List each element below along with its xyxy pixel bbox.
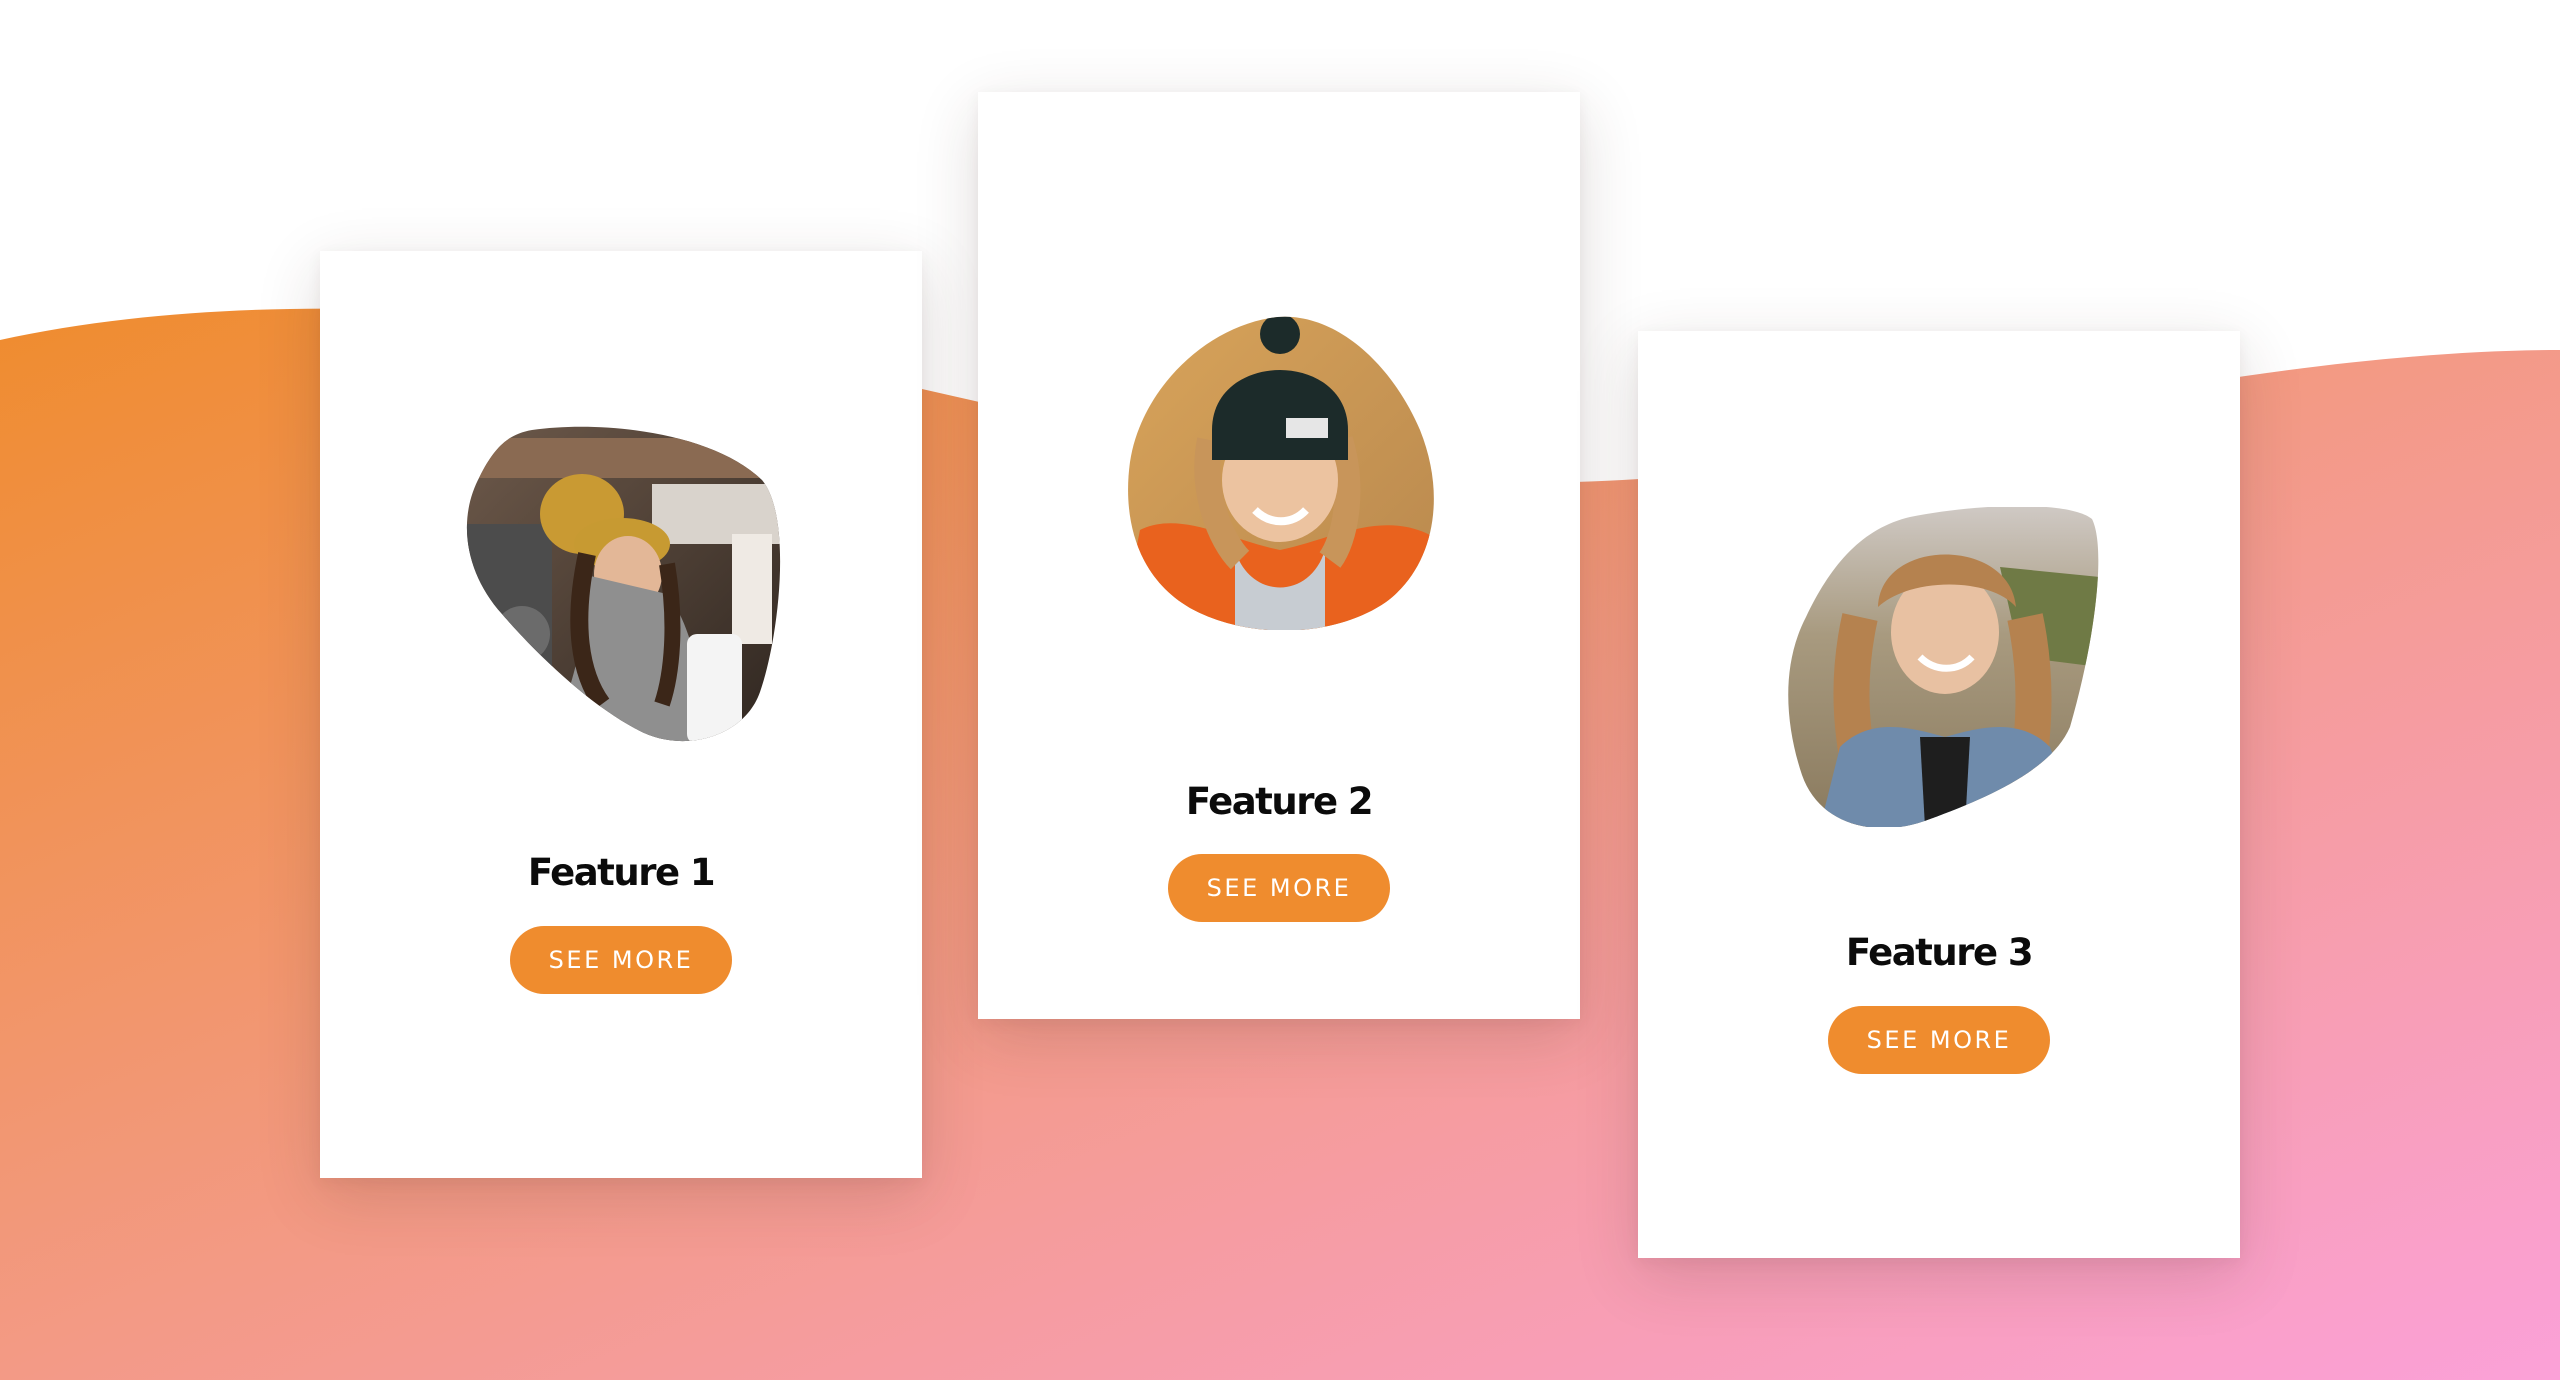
feature-2-see-more-button[interactable]: SEE MORE	[1168, 854, 1390, 922]
feature-1-photo	[462, 424, 782, 744]
feature-1-see-more-button[interactable]: SEE MORE	[510, 926, 732, 994]
feature-card-2: Feature 2 SEE MORE	[978, 92, 1580, 1019]
feature-3-title: Feature 3	[1845, 931, 2034, 974]
feature-1-title: Feature 1	[527, 851, 716, 894]
page: Feature 1 SEE MORE Feature 2 SEE MORE Fe…	[0, 0, 2560, 1380]
feature-3-see-more-button[interactable]: SEE MORE	[1828, 1006, 2050, 1074]
feature-card-3: Feature 3 SEE MORE	[1638, 331, 2240, 1258]
feature-card-1: Feature 1 SEE MORE	[320, 251, 922, 1178]
feature-2-title: Feature 2	[1185, 780, 1374, 823]
feature-3-photo	[1780, 507, 2100, 827]
feature-2-photo	[1120, 310, 1440, 630]
